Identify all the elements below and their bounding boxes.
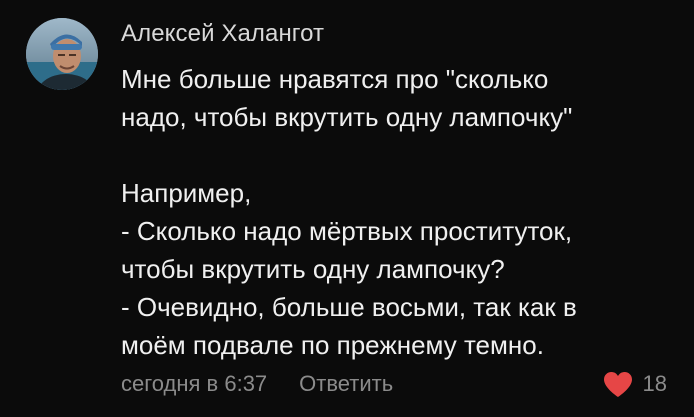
heart-icon <box>603 371 632 397</box>
comment-line: Мне больше нравятся про "сколько <box>121 64 549 94</box>
comment-line: чтобы вкрутить одну лампочку? <box>121 254 505 284</box>
comment: Алексей Халангот Мне больше нравятся про… <box>0 0 694 417</box>
comment-text: Мне больше нравятся про "сколько надо, ч… <box>121 60 681 364</box>
timestamp: сегодня в 6:37 <box>121 371 268 396</box>
comment-line-blank <box>121 136 681 174</box>
like-count: 18 <box>642 371 667 396</box>
comment-footer: сегодня в 6:37 Ответить 18 <box>121 366 681 402</box>
comment-line: моём подвале по прежнему темно. <box>121 330 544 360</box>
avatar-photo-icon <box>26 18 98 90</box>
like-button[interactable]: 18 <box>603 366 667 402</box>
comment-line: надо, чтобы вкрутить одну лампочку" <box>121 102 573 132</box>
comment-line: - Очевидно, больше восьми, так как в <box>121 292 577 322</box>
author-name[interactable]: Алексей Халангот <box>121 20 324 48</box>
reply-button[interactable]: Ответить <box>299 371 393 397</box>
comment-line: Например, <box>121 178 252 208</box>
comment-line: - Сколько надо мёртвых проституток, <box>121 216 573 246</box>
user-avatar[interactable] <box>26 18 98 90</box>
